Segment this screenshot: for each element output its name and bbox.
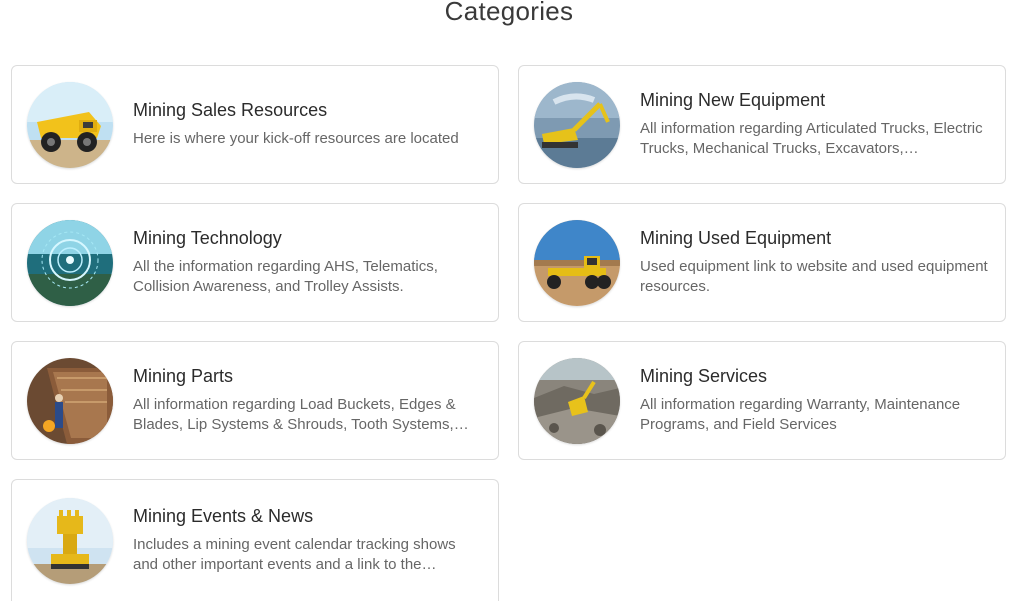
excavator-image	[534, 81, 620, 168]
shovel-loader-image	[27, 497, 113, 584]
technology-globe-image	[27, 219, 113, 306]
category-title[interactable]: Mining New Equipment	[640, 90, 991, 111]
categories-grid: Mining Sales Resources Here is where you…	[11, 65, 1006, 601]
category-description: Includes a mining event calendar trackin…	[133, 536, 456, 573]
haul-truck-image	[27, 81, 113, 168]
motor-grader-image	[534, 219, 620, 306]
category-description: All information regarding Warranty, Main…	[640, 396, 961, 433]
category-card-mining-used-equipment[interactable]: Mining Used Equipment Used equipment lin…	[518, 203, 1006, 322]
category-title[interactable]: Mining Parts	[133, 366, 484, 387]
category-description: Here is where your kick-off resources ar…	[133, 130, 459, 147]
site-services-image	[534, 357, 620, 444]
category-card-mining-sales-resources[interactable]: Mining Sales Resources Here is where you…	[11, 65, 499, 184]
category-card-mining-services[interactable]: Mining Services All information regardin…	[518, 341, 1006, 460]
category-description: All information regarding Load Buckets, …	[133, 396, 469, 433]
category-description: All the information regarding AHS, Telem…	[133, 258, 438, 295]
category-description: All information regarding Articulated Tr…	[640, 120, 983, 157]
bucket-parts-image	[27, 357, 113, 444]
category-title[interactable]: Mining Technology	[133, 228, 484, 249]
page-title: Categories	[444, 0, 574, 26]
category-title[interactable]: Mining Used Equipment	[640, 228, 991, 249]
category-description: Used equipment link to website and used …	[640, 258, 988, 295]
category-title[interactable]: Mining Services	[640, 366, 991, 387]
category-card-mining-parts[interactable]: Mining Parts All information regarding L…	[11, 341, 499, 460]
category-title[interactable]: Mining Sales Resources	[133, 100, 484, 121]
category-card-mining-technology[interactable]: Mining Technology All the information re…	[11, 203, 499, 322]
category-card-mining-new-equipment[interactable]: Mining New Equipment All information reg…	[518, 65, 1006, 184]
category-card-mining-events-news[interactable]: Mining Events & News Includes a mining e…	[11, 479, 499, 601]
category-title[interactable]: Mining Events & News	[133, 506, 484, 527]
